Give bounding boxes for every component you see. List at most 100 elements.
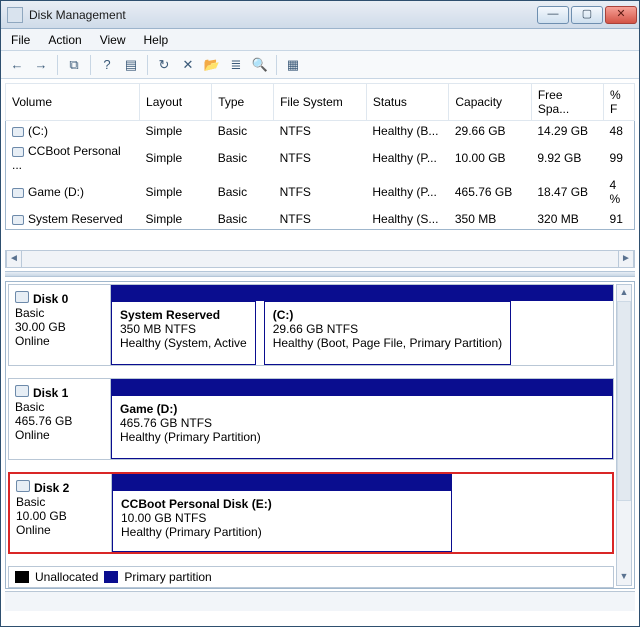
col-free[interactable]: Free Spa... bbox=[531, 84, 603, 121]
disk-partitions: Game (D:)465.76 GB NTFSHealthy (Primary … bbox=[111, 379, 613, 459]
up-button[interactable]: ⧉ bbox=[64, 55, 84, 75]
partition[interactable]: (C:)29.66 GB NTFSHealthy (Boot, Page Fil… bbox=[264, 301, 511, 365]
cell-status: Healthy (P... bbox=[366, 141, 448, 175]
table-row[interactable]: System ReservedSimpleBasicNTFSHealthy (S… bbox=[6, 209, 635, 230]
menu-action[interactable]: Action bbox=[48, 33, 81, 47]
disk-icon bbox=[15, 291, 29, 303]
cell-type: Basic bbox=[212, 175, 274, 209]
cell-capacity: 350 MB bbox=[449, 209, 531, 230]
v-scroll-thumb[interactable] bbox=[617, 301, 631, 501]
menu-file[interactable]: File bbox=[11, 33, 30, 47]
menu-help[interactable]: Help bbox=[144, 33, 169, 47]
disk-state: Online bbox=[16, 523, 105, 537]
volume-table: Volume Layout Type File System Status Ca… bbox=[5, 83, 635, 230]
cell-layout: Simple bbox=[140, 209, 212, 230]
cell-volume: CCBoot Personal ... bbox=[6, 141, 140, 175]
partition-sub: 29.66 GB NTFS bbox=[273, 322, 502, 336]
table-row[interactable]: CCBoot Personal ...SimpleBasicNTFSHealth… bbox=[6, 141, 635, 175]
scroll-right-icon[interactable]: ► bbox=[618, 251, 634, 267]
volume-icon bbox=[12, 215, 24, 225]
disk-row[interactable]: Disk 2Basic10.00 GBOnlineCCBoot Personal… bbox=[8, 472, 614, 554]
partition-status: Healthy (Boot, Page File, Primary Partit… bbox=[273, 336, 502, 350]
list-icon[interactable]: ≣ bbox=[226, 55, 246, 75]
disk-row[interactable]: Disk 0Basic30.00 GBOnlineSystem Reserved… bbox=[8, 284, 614, 366]
partition-status: Healthy (Primary Partition) bbox=[120, 430, 604, 444]
disk-row[interactable]: Disk 1Basic465.76 GBOnlineGame (D:)465.7… bbox=[8, 378, 614, 460]
disk-size: 465.76 GB bbox=[15, 414, 104, 428]
col-capacity[interactable]: Capacity bbox=[449, 84, 531, 121]
disk-type: Basic bbox=[15, 400, 104, 414]
extra-button[interactable]: ▦ bbox=[283, 55, 303, 75]
disk-label: Disk 1Basic465.76 GBOnline bbox=[9, 379, 111, 459]
disk-icon bbox=[15, 385, 29, 397]
v-scrollbar[interactable]: ▲ ▼ bbox=[616, 284, 632, 586]
partition[interactable]: Game (D:)465.76 GB NTFSHealthy (Primary … bbox=[111, 395, 613, 459]
volume-icon bbox=[12, 188, 24, 198]
open-icon[interactable]: 📂 bbox=[202, 55, 222, 75]
partition[interactable]: System Reserved350 MB NTFSHealthy (Syste… bbox=[111, 301, 256, 365]
swatch-primary bbox=[104, 571, 118, 583]
cell-free: 14.29 GB bbox=[531, 121, 603, 142]
partition-title: CCBoot Personal Disk (E:) bbox=[121, 497, 443, 511]
cell-pct: 91 bbox=[604, 209, 635, 230]
partition[interactable]: CCBoot Personal Disk (E:)10.00 GB NTFSHe… bbox=[112, 490, 452, 552]
cell-fs: NTFS bbox=[274, 175, 367, 209]
scroll-down-icon[interactable]: ▼ bbox=[617, 569, 631, 585]
col-layout[interactable]: Layout bbox=[140, 84, 212, 121]
partition-title: Game (D:) bbox=[120, 402, 604, 416]
forward-button[interactable]: → bbox=[31, 55, 51, 75]
cell-pct: 99 bbox=[604, 141, 635, 175]
disk-name: Disk 2 bbox=[34, 481, 69, 495]
disk-type: Basic bbox=[15, 306, 104, 320]
delete-button[interactable]: ✕ bbox=[178, 55, 198, 75]
col-status[interactable]: Status bbox=[366, 84, 448, 121]
scroll-left-icon[interactable]: ◄ bbox=[6, 251, 22, 267]
help-button[interactable]: ? bbox=[97, 55, 117, 75]
cell-volume: Game (D:) bbox=[6, 175, 140, 209]
legend-unallocated: Unallocated bbox=[35, 570, 98, 584]
cell-layout: Simple bbox=[140, 121, 212, 142]
h-scrollbar[interactable]: ◄ ► bbox=[5, 250, 635, 268]
titlebar[interactable]: Disk Management — ▢ ✕ bbox=[1, 1, 639, 29]
minimize-button[interactable]: — bbox=[537, 6, 569, 24]
disk-state: Online bbox=[15, 334, 104, 348]
cell-volume: (C:) bbox=[6, 121, 140, 142]
find-icon[interactable]: 🔍 bbox=[250, 55, 270, 75]
window-title: Disk Management bbox=[29, 8, 537, 22]
partition-sub: 465.76 GB NTFS bbox=[120, 416, 604, 430]
table-row[interactable]: Game (D:)SimpleBasicNTFSHealthy (P...465… bbox=[6, 175, 635, 209]
table-row[interactable]: (C:)SimpleBasicNTFSHealthy (B...29.66 GB… bbox=[6, 121, 635, 142]
col-volume[interactable]: Volume bbox=[6, 84, 140, 121]
disk-name: Disk 1 bbox=[33, 386, 68, 400]
cell-fs: NTFS bbox=[274, 121, 367, 142]
properties-button[interactable]: ▤ bbox=[121, 55, 141, 75]
toolbar: ← → ⧉ ? ▤ ↻ ✕ 📂 ≣ 🔍 ▦ bbox=[1, 51, 639, 79]
legend-primary: Primary partition bbox=[124, 570, 211, 584]
partition-sub: 10.00 GB NTFS bbox=[121, 511, 443, 525]
legend: Unallocated Primary partition bbox=[8, 566, 614, 588]
app-icon bbox=[7, 7, 23, 23]
volume-label: CCBoot Personal ... bbox=[12, 144, 121, 172]
cell-type: Basic bbox=[212, 209, 274, 230]
menu-view[interactable]: View bbox=[100, 33, 126, 47]
col-type[interactable]: Type bbox=[212, 84, 274, 121]
cell-free: 9.92 GB bbox=[531, 141, 603, 175]
col-fs[interactable]: File System bbox=[274, 84, 367, 121]
partition-title: (C:) bbox=[273, 308, 502, 322]
toolbar-separator bbox=[147, 55, 148, 75]
back-button[interactable]: ← bbox=[7, 55, 27, 75]
scroll-up-icon[interactable]: ▲ bbox=[617, 285, 631, 301]
maximize-button[interactable]: ▢ bbox=[571, 6, 603, 24]
volume-label: Game (D:) bbox=[28, 185, 84, 199]
refresh-button[interactable]: ↻ bbox=[154, 55, 174, 75]
splitter[interactable] bbox=[5, 271, 635, 277]
disk-type: Basic bbox=[16, 495, 105, 509]
cell-type: Basic bbox=[212, 141, 274, 175]
volume-icon bbox=[12, 127, 24, 137]
cell-fs: NTFS bbox=[274, 209, 367, 230]
close-button[interactable]: ✕ bbox=[605, 6, 637, 24]
volume-icon bbox=[12, 147, 24, 157]
col-pct[interactable]: % F bbox=[604, 84, 635, 121]
cell-type: Basic bbox=[212, 121, 274, 142]
cell-capacity: 465.76 GB bbox=[449, 175, 531, 209]
